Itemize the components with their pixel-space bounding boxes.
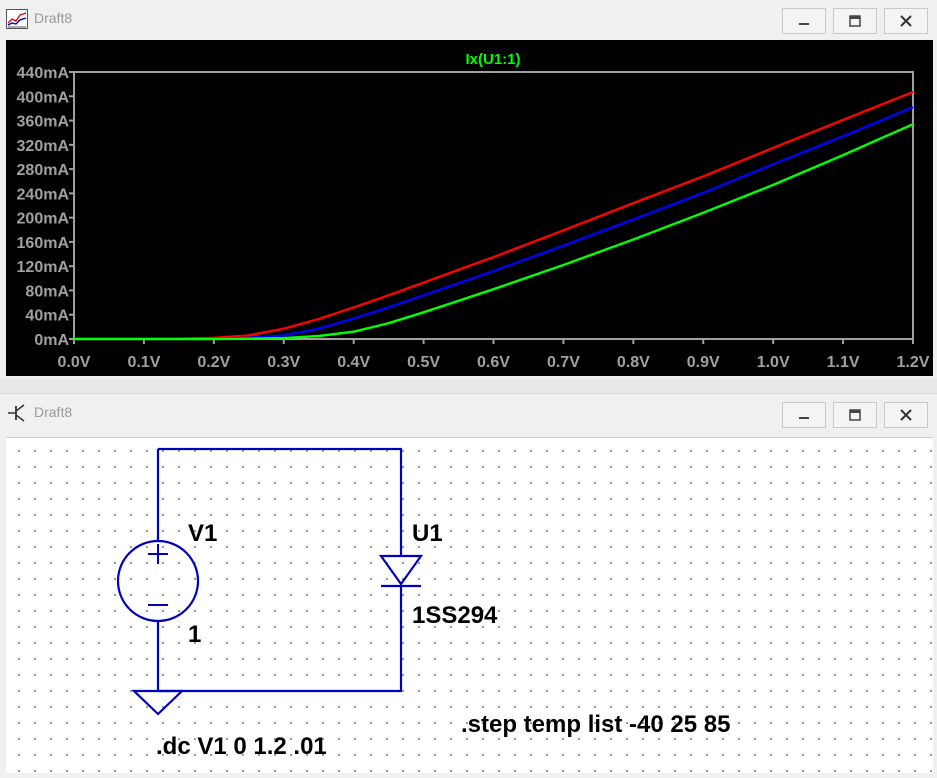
schematic-drawing: V1 1 U1 1SS294 .dc V1 0 1.2 .01 .step te… [116,447,730,760]
source-value-label[interactable]: 1 [188,621,201,648]
plot-frame [73,71,914,340]
y-tick-label: 400mA [17,89,70,106]
close-button[interactable] [884,402,928,428]
close-icon [900,15,912,27]
series-line-1[interactable] [74,90,914,341]
dc-directive[interactable]: .dc V1 0 1.2 .01 [156,733,327,760]
window-title: Draft8 [34,404,73,420]
maximize-button[interactable] [833,402,877,428]
y-tick-label: 440mA [17,65,70,82]
diode-symbol[interactable] [378,554,424,588]
maximize-icon [849,409,861,421]
trace-label[interactable]: Ix(U1:1) [465,51,520,68]
source-name-label[interactable]: V1 [188,520,217,547]
minimize-button[interactable] [782,402,826,428]
window-title: Draft8 [34,10,73,26]
close-icon [900,409,912,421]
waveform-icon [6,9,28,29]
x-tick-label: 1.2V [897,354,930,371]
y-tick-label: 0mA [34,332,69,349]
y-tick-label: 200mA [17,211,70,228]
x-tick-label: 0.5V [407,354,440,371]
current-chart: Ix(U1:1) 0mA 40mA 80mA 120mA 160mA 200mA 240mA… [17,51,930,371]
x-tick-label: 0.4V [337,354,370,371]
series-line-3[interactable] [74,123,914,341]
y-tick-label: 240mA [17,186,70,203]
plot-area[interactable]: Ix(U1:1) 0mA 40mA 80mA 120mA 160mA 200mA 240mA… [6,40,933,376]
x-tick-label: 0.8V [617,354,650,371]
x-tick-label: 0.2V [197,354,230,371]
close-button[interactable] [884,8,928,34]
minimize-icon [799,417,809,419]
step-directive[interactable]: .step temp list -40 25 85 [461,711,730,738]
y-tick-label: 320mA [17,138,70,155]
x-tick-label: 0.0V [58,354,91,371]
x-tick-label: 0.7V [547,354,580,371]
schematic-window: Draft8 V1 1 U1 1SS294 .dc V1 0 1.2 .01 .… [0,393,937,778]
diode-name-label[interactable]: U1 [412,520,443,547]
waveform-titlebar[interactable]: Draft8 [0,0,937,38]
x-tick-label: 1.1V [827,354,860,371]
plus-sign-icon [148,544,168,564]
x-tick-label: 1.0V [757,354,790,371]
maximize-icon [849,15,861,27]
x-tick-label: 0.9V [687,354,720,371]
minimize-icon [799,23,809,25]
y-tick-label: 120mA [17,259,70,276]
y-tick-label: 40mA [25,308,69,325]
x-tick-label: 0.3V [267,354,300,371]
y-tick-label: 160mA [17,235,70,252]
schematic-icon [8,404,25,422]
y-tick-label: 360mA [17,114,70,131]
y-tick-label: 280mA [17,162,70,179]
minimize-button[interactable] [782,8,826,34]
schematic-canvas[interactable]: V1 1 U1 1SS294 .dc V1 0 1.2 .01 .step te… [6,437,933,773]
maximize-button[interactable] [833,8,877,34]
ground-symbol[interactable] [131,689,185,716]
diode-model-label[interactable]: 1SS294 [412,602,498,629]
waveform-window: Draft8 Ix(U1:1) 0mA 40mA 80mA 120mA 160mA 200… [0,0,937,378]
y-tick-label: 80mA [25,283,69,300]
window-divider [0,378,937,393]
x-tick-label: 0.1V [127,354,160,371]
schematic-titlebar[interactable]: Draft8 [0,393,937,432]
x-tick-label: 0.6V [477,354,510,371]
